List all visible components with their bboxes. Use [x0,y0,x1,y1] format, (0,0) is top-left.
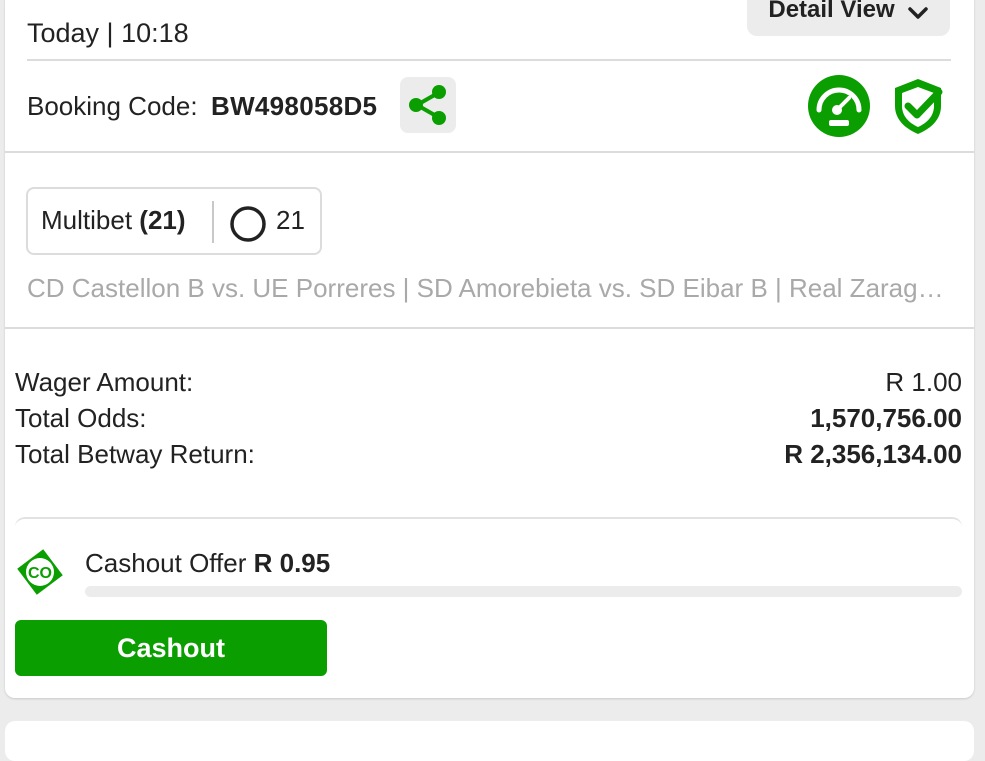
detail-view-label: Detail View [768,0,895,23]
cashout-offer-value: R 0.95 [253,548,331,578]
shield-check-icon[interactable] [889,76,947,136]
next-bet-card [5,721,974,761]
multibet-badge: Multibet (21) 21 [26,187,322,255]
multibet-separator [212,201,214,243]
bet-card: Today | 10:18 Detail View Booking Code: … [5,0,974,698]
cashout-panel [15,517,962,539]
cashout-progress-bar [85,586,962,597]
cashout-offer-text: Cashout Offer R 0.95 [85,548,331,578]
chevron-down-icon [907,7,928,19]
total-odds-label: Total Odds: [15,403,147,433]
share-icon [409,85,446,125]
total-return-label: Total Betway Return: [15,439,255,469]
bet-date-time: Today | 10:18 [27,18,189,48]
total-return-value: R 2,356,134.00 [784,439,962,469]
events-summary[interactable]: CD Castellon B vs. UE Porreres | SD Amor… [27,273,949,304]
svg-text:CO: CO [28,565,52,582]
total-odds-value: 1,570,756.00 [810,403,962,433]
share-button[interactable] [400,77,456,133]
ring-icon [230,206,266,242]
cashout-logo-icon: CO [17,549,63,595]
multibet-label: Multibet (21) [41,205,186,235]
detail-view-button[interactable]: Detail View [747,0,950,36]
header-divider [27,59,951,61]
section-divider-1 [5,151,974,153]
booking-code-value[interactable]: BW498058D5 [211,91,377,122]
section-divider-2 [5,327,974,329]
speedometer-icon[interactable] [807,74,871,138]
wager-amount-label: Wager Amount: [15,367,194,397]
wager-amount-value: R 1.00 [885,367,962,397]
multibet-selection-count: 21 [276,205,305,235]
booking-code-label: Booking Code: [27,91,198,121]
cashout-button[interactable]: Cashout [15,620,327,676]
